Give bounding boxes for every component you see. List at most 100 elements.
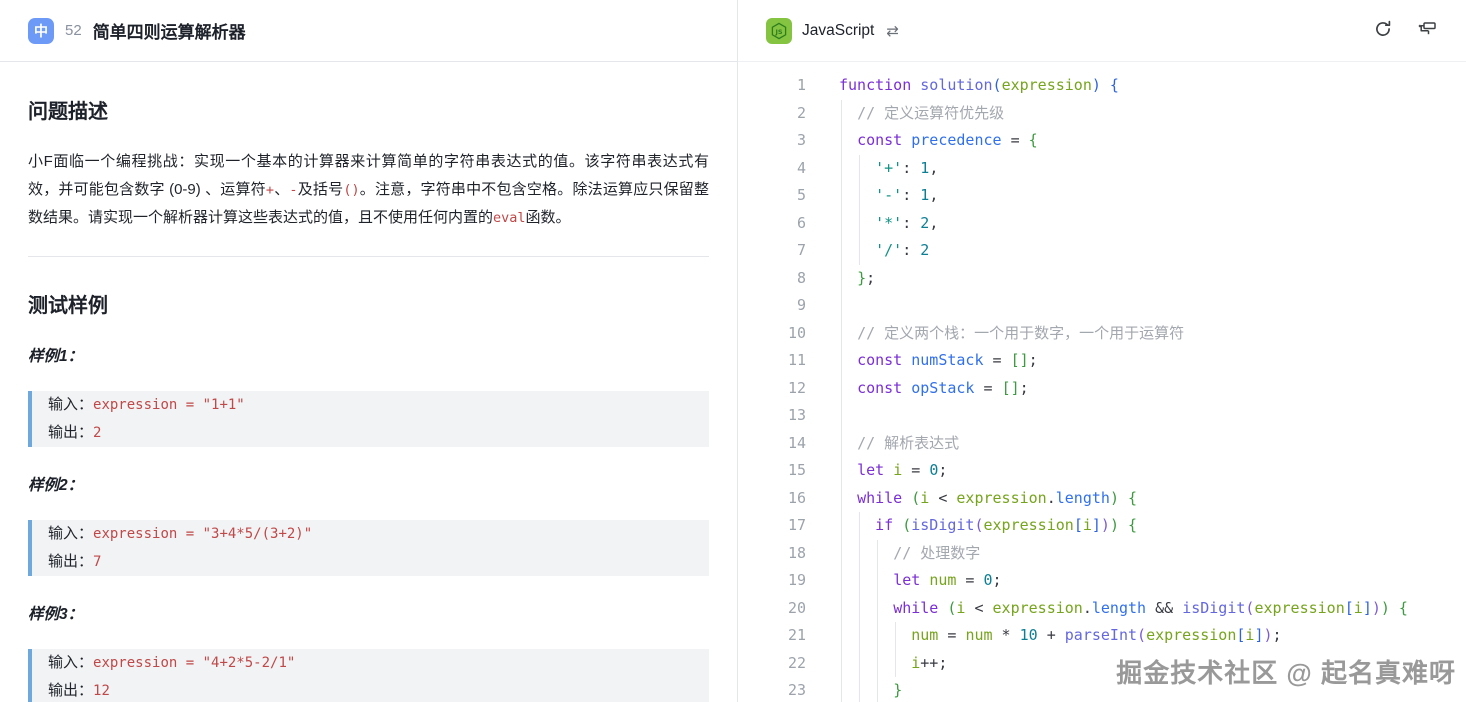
indent-guide	[841, 540, 842, 568]
sample-io-label: 输出：	[48, 424, 93, 441]
indent-guide	[841, 402, 842, 430]
indent-guide	[877, 567, 878, 595]
line-number: 9	[738, 292, 806, 320]
indent-guide	[841, 182, 842, 210]
inline-code: ()	[343, 182, 359, 198]
sample-io-label: 输入：	[48, 525, 93, 542]
indent-guide	[877, 650, 878, 678]
indent-guide	[859, 210, 860, 238]
indent-guide	[859, 237, 860, 265]
line-number: 13	[738, 402, 806, 430]
sample-io-code: 7	[93, 554, 101, 570]
app-window: 中 52 简单四则运算解析器 问题描述 小F面临一个编程挑战：实现一个基本的计算…	[0, 0, 1466, 702]
indent-guide	[841, 567, 842, 595]
indent-guide	[841, 512, 842, 540]
code-line: 7 '/': 2	[738, 237, 1466, 265]
sample-row: 输入：expression = "1+1"	[48, 391, 693, 419]
format-code-button[interactable]	[1417, 19, 1438, 42]
code-line: 22 i++;	[738, 650, 1466, 678]
indent-guide	[841, 100, 842, 128]
code-line-content: }	[839, 677, 902, 702]
code-line: 2 // 定义运算符优先级	[738, 100, 1466, 128]
code-line: 12 const opStack = [];	[738, 375, 1466, 403]
sample-row: 输出：12	[48, 677, 693, 702]
javascript-logo-icon: JS	[766, 18, 792, 44]
code-line-content: '-': 1,	[839, 182, 938, 210]
code-line: 14 // 解析表达式	[738, 430, 1466, 458]
sample-row: 输出：2	[48, 419, 693, 447]
description-text: 及括号	[298, 181, 344, 198]
code-line: 8 };	[738, 265, 1466, 293]
swap-language-icon[interactable]: ⇄	[886, 22, 899, 40]
indent-guide	[895, 650, 896, 678]
refresh-icon	[1373, 19, 1393, 42]
indent-guide	[841, 155, 842, 183]
divider	[28, 256, 709, 257]
line-number: 4	[738, 155, 806, 183]
code-line: 20 while (i < expression.length && isDig…	[738, 595, 1466, 623]
code-line-content: while (i < expression.length) {	[839, 485, 1137, 513]
sample-io-code: expression = "1+1"	[93, 397, 245, 413]
code-line: 17 if (isDigit(expression[i])) {	[738, 512, 1466, 540]
indent-guide	[841, 430, 842, 458]
problem-content-scroll[interactable]: 问题描述 小F面临一个编程挑战：实现一个基本的计算器来计算简单的字符串表达式的值…	[0, 62, 737, 702]
line-number: 8	[738, 265, 806, 293]
indent-guide	[841, 457, 842, 485]
indent-guide	[877, 622, 878, 650]
line-number: 23	[738, 677, 806, 702]
indent-guide	[841, 210, 842, 238]
line-number: 3	[738, 127, 806, 155]
code-line-content: '+': 1,	[839, 155, 938, 183]
sample-block: 输入：expression = "4+2*5-2/1"输出：12	[28, 649, 709, 702]
code-line: 3 const precedence = {	[738, 127, 1466, 155]
svg-text:JS: JS	[774, 27, 782, 35]
sample-io-label: 输入：	[48, 654, 93, 671]
sample-io-code: 2	[93, 425, 101, 441]
sample-row: 输入：expression = "4+2*5-2/1"	[48, 649, 693, 677]
section-heading-problem: 问题描述	[28, 95, 709, 124]
indent-guide	[877, 677, 878, 702]
code-line-content: const opStack = [];	[839, 375, 1029, 403]
difficulty-badge: 中	[28, 18, 54, 44]
code-line-content: const numStack = [];	[839, 347, 1038, 375]
line-number: 1	[738, 72, 806, 100]
editor-panel: JS JavaScript ⇄	[738, 0, 1466, 702]
line-number: 5	[738, 182, 806, 210]
language-selector[interactable]: JavaScript	[802, 22, 874, 40]
code-line-content: i++;	[839, 650, 947, 678]
code-line: 16 while (i < expression.length) {	[738, 485, 1466, 513]
code-line-content: let i = 0;	[839, 457, 947, 485]
inline-code: eval	[493, 210, 526, 226]
line-number: 2	[738, 100, 806, 128]
code-line-content: while (i < expression.length && isDigit(…	[839, 595, 1408, 623]
problem-panel: 中 52 简单四则运算解析器 问题描述 小F面临一个编程挑战：实现一个基本的计算…	[0, 0, 738, 702]
inline-code: +	[266, 182, 274, 198]
sample-label: 样例2：	[28, 473, 709, 495]
code-line-content: if (isDigit(expression[i])) {	[839, 512, 1137, 540]
code-line-content: let num = 0;	[839, 567, 1002, 595]
indent-guide	[859, 650, 860, 678]
sample-block: 输入：expression = "3+4*5/(3+2)"输出：7	[28, 520, 709, 576]
code-line-content: function solution(expression) {	[839, 72, 1119, 100]
sample-io-code: expression = "3+4*5/(3+2)"	[93, 526, 312, 542]
indent-guide	[841, 622, 842, 650]
indent-guide	[841, 127, 842, 155]
format-brush-icon	[1417, 19, 1438, 42]
line-number: 11	[738, 347, 806, 375]
description-text: 函数。	[526, 209, 571, 226]
code-line: 5 '-': 1,	[738, 182, 1466, 210]
sample-io-label: 输出：	[48, 553, 93, 570]
code-line: 11 const numStack = [];	[738, 347, 1466, 375]
code-line: 6 '*': 2,	[738, 210, 1466, 238]
problem-id: 52	[65, 22, 82, 39]
line-number: 6	[738, 210, 806, 238]
problem-header: 中 52 简单四则运算解析器	[0, 0, 737, 62]
code-line: 13	[738, 402, 1466, 430]
sample-row: 输入：expression = "3+4*5/(3+2)"	[48, 520, 693, 548]
code-line-content: // 处理数字	[839, 540, 980, 568]
indent-guide	[841, 292, 842, 320]
indent-guide	[859, 677, 860, 702]
line-number: 12	[738, 375, 806, 403]
code-editor[interactable]: 1 function solution(expression) {2 // 定义运…	[738, 62, 1466, 702]
reset-code-button[interactable]	[1373, 19, 1393, 42]
